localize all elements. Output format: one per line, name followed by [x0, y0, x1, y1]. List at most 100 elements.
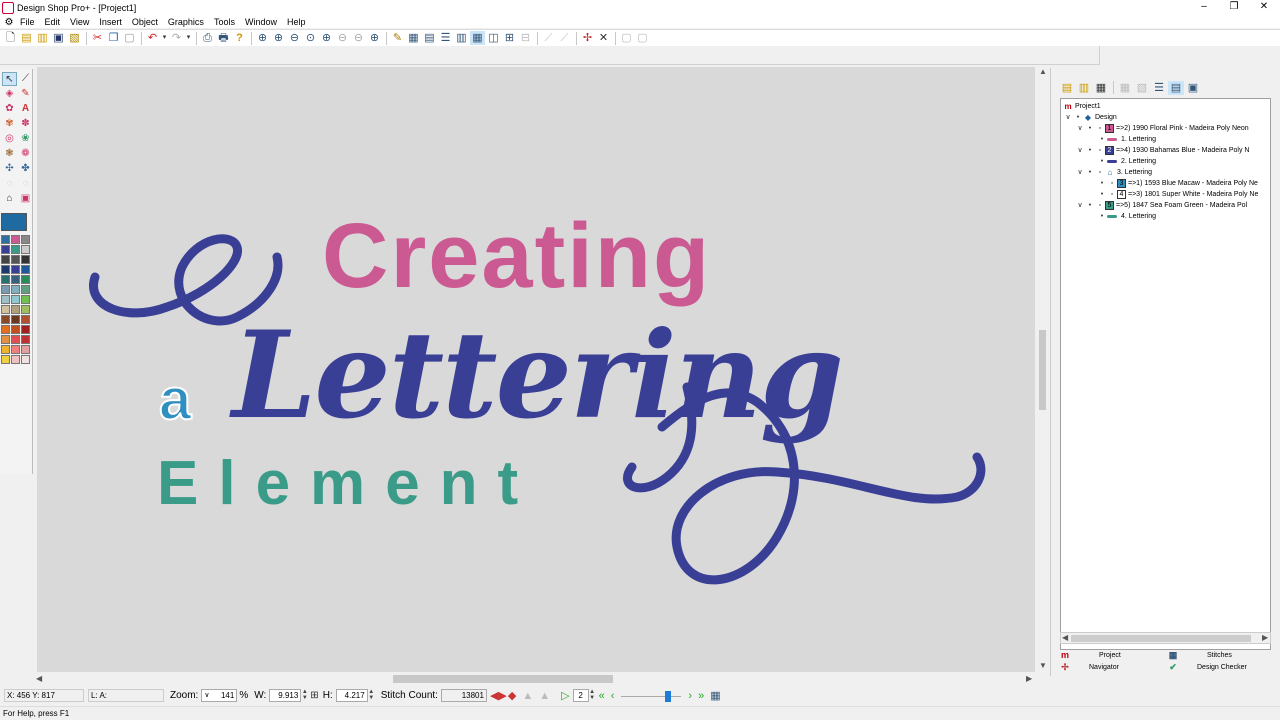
menu-object[interactable]: Object [127, 17, 163, 27]
redo-dropdown-icon[interactable]: ▾ [185, 31, 192, 45]
monogram-tool-icon[interactable]: ⌂ [2, 192, 17, 206]
speed-slider[interactable] [621, 690, 682, 702]
zoom-input[interactable]: ∨ 141 [201, 689, 238, 702]
color-swatch[interactable] [21, 295, 30, 304]
step-input[interactable]: 2 [572, 689, 589, 702]
visibility-dot-icon[interactable]: • [1097, 211, 1107, 222]
horizontal-scroll-thumb[interactable] [393, 675, 613, 683]
collapse-chevron-icon[interactable]: ∨ [1075, 167, 1085, 178]
visibility-dot-icon[interactable]: • [1085, 167, 1095, 178]
color-swatch[interactable] [1, 265, 10, 274]
undo-icon[interactable]: ↶ [145, 31, 160, 45]
tree-row-lettering-3[interactable]: ∨ • ▫ ⌂ 3. Lettering [1075, 167, 1152, 178]
collapse-chevron-icon[interactable]: ∨ [1075, 123, 1085, 134]
pattern-tool-icon[interactable]: ✽ [18, 117, 33, 131]
tree-row-color-1[interactable]: ∨ • ▫ 1 =>2) 1990 Floral Pink - Madeira … [1075, 123, 1249, 134]
menu-view[interactable]: View [65, 17, 94, 27]
color-swatch[interactable] [11, 275, 20, 284]
current-color-swatch[interactable] [1, 213, 27, 231]
close-button[interactable]: ✕ [1246, 0, 1280, 16]
color-swatch[interactable] [11, 245, 20, 254]
collapse-chevron-icon[interactable]: ∨ [1075, 200, 1085, 211]
color-swatch[interactable] [11, 315, 20, 324]
slider-thumb[interactable] [665, 690, 672, 702]
color-swatch[interactable] [1, 255, 10, 264]
zoom-all-icon[interactable]: ⊕ [319, 31, 334, 45]
color-swatch[interactable] [21, 315, 30, 324]
split-tool-icon[interactable]: ✤ [18, 162, 33, 176]
zoom-1-1-icon[interactable]: ⊙ [303, 31, 318, 45]
color-swatch[interactable] [1, 335, 10, 344]
tab-design-checker[interactable]: ✔ Design Checker [1167, 662, 1277, 673]
step-forward-icon[interactable]: › [688, 690, 692, 702]
color-swatch[interactable] [21, 235, 30, 244]
help-icon[interactable]: ? [232, 31, 247, 45]
save-icon[interactable]: ▣ [51, 31, 66, 45]
visibility-dot-icon[interactable]: • [1085, 200, 1095, 211]
tree-scroll-thumb[interactable] [1071, 635, 1251, 642]
color-swatch[interactable] [11, 235, 20, 244]
lock-box-icon[interactable]: ▫ [1095, 200, 1105, 211]
color-swatch[interactable] [1, 285, 10, 294]
color-swatch[interactable] [21, 265, 30, 274]
height-input[interactable]: 4.217 [335, 689, 368, 702]
color-swatch[interactable] [21, 325, 30, 334]
tree-row-color-5[interactable]: ∨ • ▫ 5 =>5) 1847 Sea Foam Green - Madei… [1075, 200, 1247, 211]
color-swatch[interactable] [11, 345, 20, 354]
tree-scroll-right-icon[interactable]: ▶ [1262, 633, 1268, 642]
lock-box-icon[interactable]: ▫ [1095, 123, 1105, 134]
print-icon[interactable]: 🖶 [216, 31, 231, 45]
visibility-dot-icon[interactable]: • [1085, 145, 1095, 156]
color-swatch[interactable] [21, 245, 30, 254]
view-hoop-icon[interactable]: ◫ [486, 31, 501, 45]
view-grid-icon[interactable]: ▥ [454, 31, 469, 45]
rewind-icon[interactable]: « [599, 690, 605, 702]
select-arrow-icon[interactable]: ↖ [2, 72, 17, 86]
height-spinner-icon[interactable]: ▲ ▼ [368, 689, 375, 702]
color-swatch[interactable] [21, 345, 30, 354]
lock-box-icon[interactable]: ▫ [1095, 145, 1105, 156]
menu-tools[interactable]: Tools [209, 17, 240, 27]
tree-row-design[interactable]: ∨ • ◆ Design [1063, 112, 1116, 123]
visibility-dot-icon[interactable]: • [1073, 112, 1083, 123]
tree-row-color-2[interactable]: ∨ • ▫ 2 =>4) 1930 Bahamas Blue - Madeira… [1075, 145, 1249, 156]
cut-icon[interactable]: ✂ [90, 31, 105, 45]
visibility-dot-icon[interactable]: • [1097, 189, 1107, 200]
color-swatch[interactable] [1, 235, 10, 244]
zoom-out-icon[interactable]: ⊖ [287, 31, 302, 45]
color-swatch[interactable] [21, 305, 30, 314]
pen-icon[interactable]: ✎ [18, 87, 33, 101]
eraser-icon[interactable]: ◈ [2, 87, 17, 101]
vertical-scroll-thumb[interactable] [1039, 330, 1046, 410]
zoom-fit-icon[interactable]: ⊕ [255, 31, 270, 45]
tree-row-lettering-1[interactable]: • 1. Lettering [1097, 134, 1156, 145]
visibility-dot-icon[interactable]: • [1085, 123, 1095, 134]
canvas-vertical-scrollbar[interactable]: ▲ ▼ [1036, 67, 1048, 672]
open-icon[interactable]: ▤ [19, 31, 34, 45]
view-3d-icon[interactable]: ▦ [470, 31, 485, 45]
lock-box-icon[interactable]: ▫ [1107, 189, 1117, 200]
color-swatch[interactable] [1, 295, 10, 304]
color-swatch[interactable] [11, 305, 20, 314]
view-options-icon[interactable]: ⊞ [502, 31, 517, 45]
view-stitches-icon[interactable]: ▤ [422, 31, 437, 45]
fast-forward-icon[interactable]: » [698, 690, 704, 702]
color-swatch[interactable] [21, 255, 30, 264]
tree-row-color-4[interactable]: • ▫ 4 =>3) 1801 Super White - Madeira Po… [1097, 189, 1258, 200]
sort-icon[interactable]: ☰ [1151, 81, 1167, 95]
applique-tool-icon[interactable]: ❀ [18, 132, 33, 146]
scroll-left-arrow-icon[interactable]: ◀ [36, 674, 42, 683]
new-icon[interactable]: 🗋 [3, 31, 18, 45]
play-icon[interactable]: ▷ [561, 689, 569, 702]
brush-tool-icon[interactable]: ❃ [2, 147, 17, 161]
step-spinner-icon[interactable]: ▲ ▼ [589, 689, 596, 702]
tree-row-lettering-4[interactable]: • 4. Lettering [1097, 211, 1156, 222]
tab-stitches[interactable]: ▦ Stitches [1167, 650, 1267, 661]
scroll-right-arrow-icon[interactable]: ▶ [1026, 674, 1032, 683]
menu-insert[interactable]: Insert [94, 17, 127, 27]
view-list-icon[interactable]: ☰ [438, 31, 453, 45]
zoom-next-icon[interactable]: ⊖ [351, 31, 366, 45]
color-swatch[interactable] [11, 285, 20, 294]
color-swatch[interactable] [11, 255, 20, 264]
width-spinner-icon[interactable]: ▲ ▼ [301, 689, 308, 702]
